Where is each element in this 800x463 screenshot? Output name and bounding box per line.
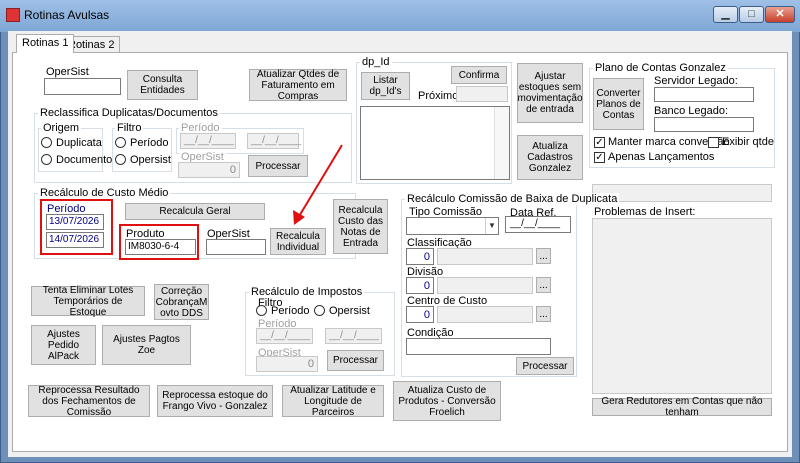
reclassifica-title: Reclassifica Duplicatas/Documentos	[38, 107, 220, 119]
centro-custo-desc-input	[437, 306, 533, 323]
produto-input[interactable]: IM8030-6-4	[125, 239, 196, 255]
impostos-date-from[interactable]: __/__/____	[256, 328, 313, 344]
atualiza-cadastros-button[interactable]: Atualiza Cadastros Gonzalez	[517, 135, 583, 180]
recalculo-custo-title: Recálculo de Custo Médio	[38, 187, 171, 199]
classificacao-code-input[interactable]: 0	[406, 248, 434, 265]
filtro-periodo-radio[interactable]	[115, 137, 126, 148]
converter-planos-button[interactable]: Converter Planos de Contas	[593, 78, 644, 130]
banco-legado-input[interactable]	[654, 117, 754, 132]
correcao-cobranca-button[interactable]: Correção CobrançaM ovto DDS	[154, 284, 209, 320]
dp-id-textarea[interactable]	[360, 106, 510, 180]
comissao-title: Recálculo Comissão de Baixa de Duplicata	[405, 193, 620, 205]
listar-dp-ids-button[interactable]: Listar dp_Id's	[361, 72, 410, 100]
classificacao-desc-input	[437, 248, 533, 265]
atualizar-latitude-button[interactable]: Atualizar Latitude e Longitude de Parcei…	[282, 385, 384, 418]
divisao-code-input[interactable]: 0	[406, 277, 434, 294]
impostos-opersist-input[interactable]: 0	[256, 356, 318, 372]
custo-date-to[interactable]: 14/07/2026	[46, 232, 104, 248]
condicao-input[interactable]	[406, 338, 551, 355]
maximize-button[interactable]: □	[739, 6, 764, 23]
origem-duplicata-label: Duplicata	[56, 137, 102, 149]
origem-title: Origem	[41, 122, 82, 134]
impostos-opersist-radio[interactable]	[314, 305, 325, 316]
data-ref-input[interactable]: __/__/____	[505, 216, 571, 233]
dp-id-title: dp_Id	[360, 56, 392, 68]
reprocessa-estoque-button[interactable]: Reprocessa estoque do Frango Vivo - Gonz…	[157, 385, 273, 417]
centro-custo-lookup-button[interactable]: ...	[536, 306, 551, 322]
impostos-periodo-option-label: Período	[271, 305, 310, 317]
window-title: Rotinas Avulsas	[24, 8, 110, 22]
apenas-lancamentos-label: Apenas Lançamentos	[608, 151, 715, 163]
divisao-lookup-button[interactable]: ...	[536, 277, 551, 293]
tab-rotinas-1[interactable]: Rotinas 1	[16, 34, 75, 53]
custo-opersist-input[interactable]	[206, 239, 266, 255]
ajustes-pedido-button[interactable]: Ajustes Pedido AlPack	[31, 325, 96, 365]
confirma-button[interactable]: Confirma	[451, 66, 507, 84]
divisao-desc-input	[437, 277, 533, 294]
proximo-label: Próximo:	[418, 90, 462, 102]
classificacao-lookup-button[interactable]: ...	[536, 248, 551, 264]
tipo-comissao-dropdown-icon[interactable]: ▼	[485, 218, 498, 234]
consulta-entidades-button[interactable]: Consulta Entidades	[127, 70, 198, 100]
opersist-input[interactable]	[44, 78, 121, 95]
problemas-textarea[interactable]	[592, 218, 772, 394]
close-button[interactable]: ✕	[765, 6, 795, 23]
atualizar-qtdes-button[interactable]: Atualizar Qtdes de Faturamento em Compra…	[249, 69, 347, 102]
centro-custo-code-input[interactable]: 0	[406, 306, 434, 323]
custo-date-from[interactable]: 13/07/2026	[46, 214, 104, 230]
tenta-eliminar-lotes-button[interactable]: Tenta Eliminar Lotes Temporários de Esto…	[31, 285, 145, 318]
filtro-opersist-radio[interactable]	[115, 154, 126, 165]
dp-id-scrollbar[interactable]	[494, 107, 509, 179]
reclassifica-opersist-input[interactable]: 0	[178, 162, 240, 178]
origem-documento-radio[interactable]	[41, 154, 52, 165]
impostos-periodo-radio[interactable]	[256, 305, 267, 316]
origem-documento-label: Documento	[56, 154, 113, 166]
proximo-input[interactable]	[456, 86, 508, 102]
reclassifica-date-from[interactable]: __/__/____	[180, 133, 236, 149]
exibir-qtde-checkbox[interactable]	[708, 137, 719, 148]
servidor-legado-label: Servidor Legado:	[654, 75, 738, 87]
origem-duplicata-radio[interactable]	[41, 137, 52, 148]
app-icon	[6, 8, 20, 22]
annotation-arrow-icon	[293, 144, 343, 225]
comissao-processar-button[interactable]: Processar	[516, 357, 574, 375]
reprocessa-resultado-button[interactable]: Reprocessa Resultado dos Fechamentos de …	[28, 385, 150, 418]
recalcula-geral-button[interactable]: Recalcula Geral	[125, 203, 265, 220]
impostos-processar-button[interactable]: Processar	[327, 350, 384, 371]
impostos-opersist-option-label: Opersist	[329, 305, 370, 317]
filtro-title: Filtro	[115, 122, 144, 134]
filtro-periodo-label: Período	[130, 137, 169, 149]
manter-marca-checkbox[interactable]: ✓	[594, 137, 605, 148]
plano-contas-title: Plano de Contas Gonzalez	[593, 62, 728, 74]
banco-legado-label: Banco Legado:	[654, 105, 729, 117]
opersist-label: OperSist	[46, 66, 89, 78]
apenas-lancamentos-checkbox[interactable]: ✓	[594, 152, 605, 163]
exibir-qtde-label: Exibir qtde	[722, 136, 774, 148]
minimize-button[interactable]: ▁	[713, 6, 738, 23]
ajustes-pagtos-button[interactable]: Ajustes Pagtos Zoe	[102, 325, 191, 365]
problemas-label: Problemas de Insert:	[594, 206, 696, 218]
impostos-date-to[interactable]: __/__/____	[325, 328, 382, 344]
gera-redutores-button[interactable]: Gera Redutores em Contas que não tenham	[592, 396, 772, 418]
ajustar-estoques-button[interactable]: Ajustar estoques sem movimentação de ent…	[517, 63, 583, 123]
title-bar	[0, 0, 800, 32]
filtro-opersist-label: Opersist	[130, 154, 171, 166]
servidor-legado-input[interactable]	[654, 87, 754, 102]
atualiza-custo-produtos-button[interactable]: Atualiza Custo de Produtos - Conversão F…	[393, 381, 501, 421]
